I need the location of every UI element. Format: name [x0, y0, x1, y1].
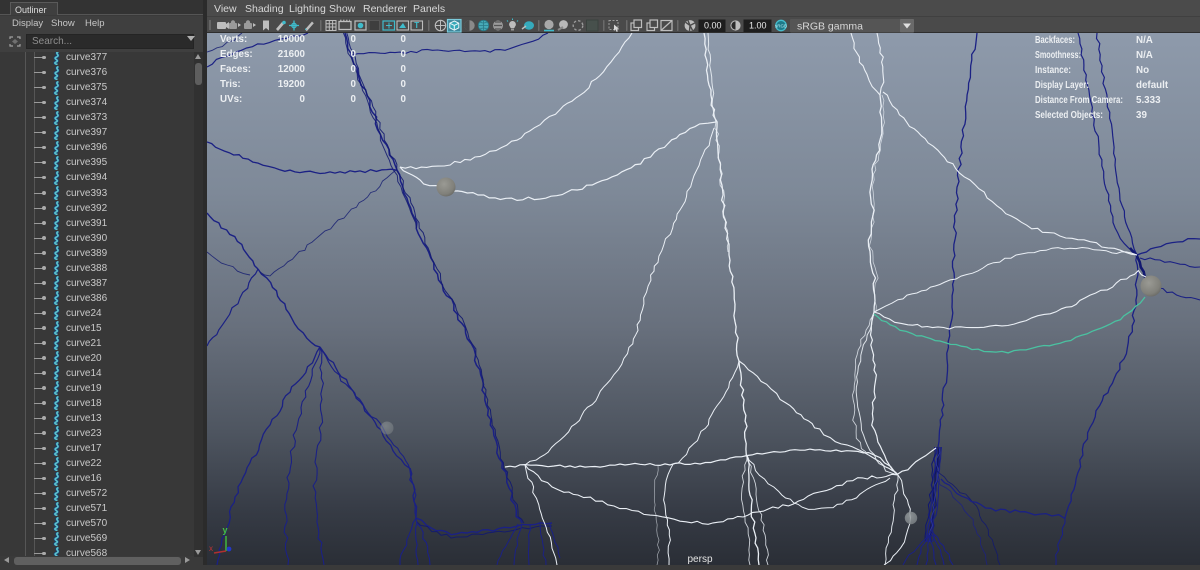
svg-text:y: y: [222, 525, 227, 535]
svg-text:Edges:: Edges:: [220, 49, 253, 60]
svg-text:UVs:: UVs:: [220, 94, 242, 105]
svg-text:sRGB: sRGB: [775, 24, 787, 29]
svg-text:x: x: [209, 544, 213, 553]
svg-text:0: 0: [351, 34, 357, 45]
svg-text:sRGB gamma: sRGB gamma: [797, 21, 863, 33]
svg-text:5.333: 5.333: [1136, 95, 1161, 106]
svg-text:0: 0: [401, 34, 407, 45]
svg-text:N/A: N/A: [1136, 35, 1153, 46]
svg-text:No: No: [1136, 65, 1149, 76]
svg-text:0: 0: [351, 94, 357, 105]
svg-text:Faces:: Faces:: [220, 64, 251, 75]
svg-text:Display Layer:: Display Layer:: [1035, 80, 1089, 91]
svg-text:T: T: [414, 21, 419, 30]
svg-text:0: 0: [401, 94, 407, 105]
svg-text:1.00: 1.00: [749, 21, 767, 31]
svg-text:0: 0: [351, 79, 357, 90]
svg-text:21600: 21600: [278, 49, 306, 60]
svg-text:0: 0: [401, 49, 407, 60]
svg-text:Selected Objects:: Selected Objects:: [1035, 110, 1103, 121]
svg-text:Backfaces:: Backfaces:: [1035, 35, 1075, 46]
svg-text:10000: 10000: [278, 34, 306, 45]
svg-text:persp: persp: [687, 554, 712, 565]
svg-text:default: default: [1136, 80, 1169, 91]
svg-text:0: 0: [401, 79, 407, 90]
svg-text:0: 0: [300, 94, 306, 105]
svg-text:Instance:: Instance:: [1035, 65, 1071, 76]
svg-text:0: 0: [401, 64, 407, 75]
svg-text:Verts:: Verts:: [220, 34, 247, 45]
svg-text:0: 0: [351, 64, 357, 75]
svg-text:0.00: 0.00: [704, 21, 722, 31]
svg-text:12000: 12000: [278, 64, 306, 75]
svg-text:Tris:: Tris:: [220, 79, 241, 90]
svg-text:N/A: N/A: [1136, 50, 1153, 61]
svg-text:Smoothness:: Smoothness:: [1035, 50, 1081, 61]
svg-text:0: 0: [351, 49, 357, 60]
svg-text:19200: 19200: [278, 79, 306, 90]
svg-text:Distance From Camera:: Distance From Camera:: [1035, 95, 1123, 106]
svg-text:39: 39: [1136, 110, 1147, 121]
